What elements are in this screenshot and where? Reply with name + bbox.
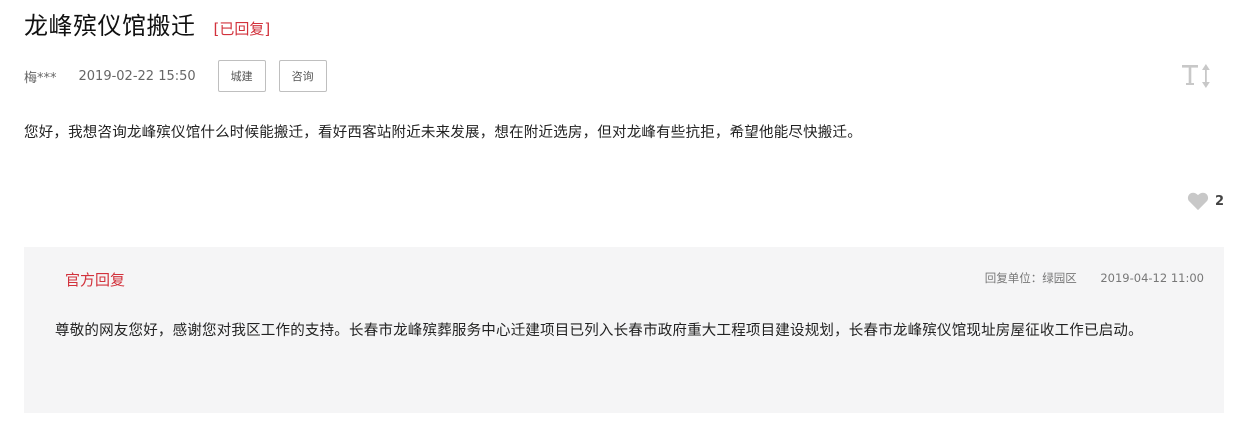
author-name: 梅*** xyxy=(24,70,57,86)
tag-consultation[interactable]: 咨询 xyxy=(278,60,327,92)
post-date: 2019-02-22 15:50 xyxy=(78,68,196,84)
heart-icon xyxy=(1187,192,1209,211)
status-badge: [已回复] xyxy=(213,20,271,38)
text-size-icon-graphic xyxy=(1182,64,1210,88)
official-reply: 官方回复 回复单位：绿园区 2019-04-12 11:00 尊敬的网友您好，感… xyxy=(24,247,1224,413)
post-content: 您好，我想咨询龙峰殡仪馆什么时候能搬迁，看好西客站附近未来发展，想在附近选房，但… xyxy=(24,125,862,141)
text-size-icon[interactable] xyxy=(1180,62,1214,92)
reply-title: 官方回复 xyxy=(65,271,126,289)
reply-unit: 回复单位：绿园区 xyxy=(984,271,1077,285)
title-row: 龙峰殡仪馆搬迁 [已回复] xyxy=(24,6,270,41)
like-count: 2 xyxy=(1214,193,1224,209)
page-title: 龙峰殡仪馆搬迁 xyxy=(24,12,196,40)
reply-meta: 回复单位：绿园区 2019-04-12 11:00 xyxy=(985,270,1204,286)
like-button[interactable]: 2 xyxy=(1187,190,1224,212)
tag-urban-construction[interactable]: 城建 xyxy=(217,60,266,92)
reply-body: 尊敬的网友您好，感谢您对我区工作的支持。长春市龙峰殡葬服务中心迁建项目已列入长春… xyxy=(55,323,1143,339)
reply-date: 2019-04-12 11:00 xyxy=(1100,271,1204,285)
post-meta: 梅*** 2019-02-22 15:50 城建 咨询 xyxy=(24,59,327,93)
